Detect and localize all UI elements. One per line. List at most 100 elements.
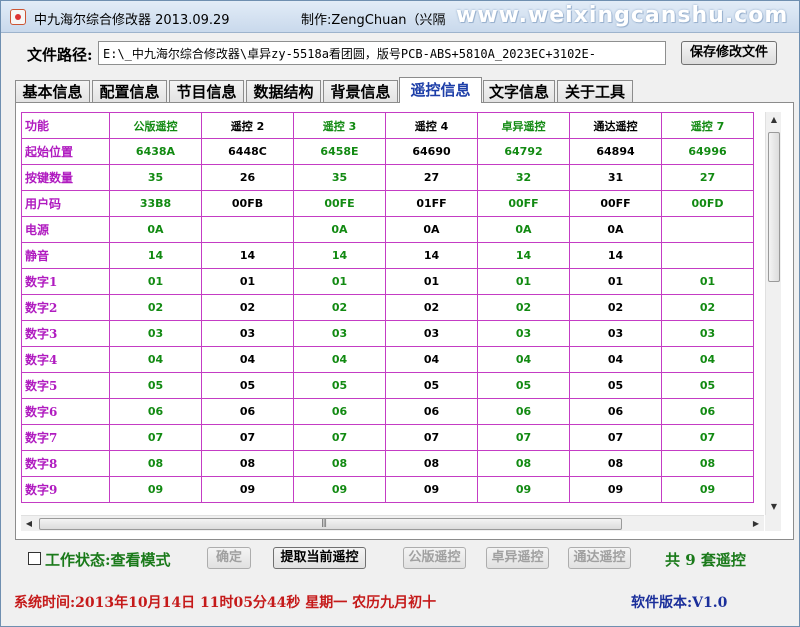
column-header-remote[interactable]: 遥控 3 [293, 112, 386, 139]
grid-cell[interactable]: 09 [385, 476, 478, 503]
grid-cell[interactable]: 02 [385, 294, 478, 321]
tab-remote-info[interactable]: 遥控信息 [399, 77, 482, 103]
grid-cell[interactable]: 64690 [385, 138, 478, 165]
grid-cell[interactable]: 07 [293, 424, 386, 451]
file-path-input[interactable]: E:\_中九海尔综合修改器\卓异zy-5518a看团圆，版号PCB-ABS+58… [98, 41, 666, 65]
grid-cell[interactable]: 0A [477, 216, 570, 243]
grid-cell[interactable]: 01FF [385, 190, 478, 217]
tab-program-info[interactable]: 节目信息 [169, 80, 244, 102]
grid-cell[interactable]: 08 [201, 450, 294, 477]
grid-cell[interactable]: 64792 [477, 138, 570, 165]
work-status-checkbox[interactable] [28, 552, 41, 565]
grid-cell[interactable]: 33B8 [109, 190, 202, 217]
grid-cell[interactable]: 03 [569, 320, 662, 347]
grid-cell[interactable]: 0A [385, 216, 478, 243]
save-modified-file-button[interactable]: 保存修改文件 [681, 41, 777, 65]
grid-cell[interactable]: 64894 [569, 138, 662, 165]
grid-cell[interactable] [201, 216, 294, 243]
horizontal-scroll-thumb[interactable] [39, 518, 622, 530]
tab-config-info[interactable]: 配置信息 [92, 80, 167, 102]
grid-cell[interactable]: 02 [569, 294, 662, 321]
column-header-remote[interactable]: 遥控 4 [385, 112, 478, 139]
grid-cell[interactable]: 07 [201, 424, 294, 451]
grid-cell[interactable]: 08 [293, 450, 386, 477]
grid-cell[interactable]: 02 [109, 294, 202, 321]
grid-cell[interactable]: 09 [109, 476, 202, 503]
grid-cell[interactable]: 05 [385, 372, 478, 399]
grid-cell[interactable]: 35 [109, 164, 202, 191]
grid-cell[interactable]: 01 [293, 268, 386, 295]
grid-cell[interactable]: 07 [661, 424, 754, 451]
zhuoyi-remote-button[interactable]: 卓异遥控 [486, 547, 549, 569]
grid-cell[interactable]: 06 [569, 398, 662, 425]
grid-cell[interactable]: 09 [293, 476, 386, 503]
grid-cell[interactable]: 04 [569, 346, 662, 373]
horizontal-scrollbar[interactable]: ◀ ||| ▶ [21, 515, 764, 531]
grid-cell[interactable]: 08 [477, 450, 570, 477]
grid-cell[interactable]: 02 [201, 294, 294, 321]
grid-cell[interactable]: 02 [661, 294, 754, 321]
grid-cell[interactable]: 05 [201, 372, 294, 399]
grid-cell[interactable]: 6458E [293, 138, 386, 165]
grid-cell[interactable]: 08 [385, 450, 478, 477]
tab-background-info[interactable]: 背景信息 [323, 80, 398, 102]
grid-cell[interactable]: 09 [201, 476, 294, 503]
scroll-down-arrow-icon[interactable]: ▼ [766, 499, 782, 515]
grid-cell[interactable]: 09 [661, 476, 754, 503]
grid-cell[interactable]: 0A [569, 216, 662, 243]
scroll-left-arrow-icon[interactable]: ◀ [21, 516, 37, 532]
grid-cell[interactable]: 06 [477, 398, 570, 425]
grid-cell[interactable]: 00FE [293, 190, 386, 217]
column-header-remote[interactable]: 卓异遥控 [477, 112, 570, 139]
grid-cell[interactable]: 01 [109, 268, 202, 295]
grid-cell[interactable]: 00FD [661, 190, 754, 217]
scroll-right-arrow-icon[interactable]: ▶ [748, 516, 764, 532]
column-header-remote[interactable]: 公版遥控 [109, 112, 202, 139]
grid-cell[interactable]: 0A [293, 216, 386, 243]
grid-cell[interactable]: 03 [385, 320, 478, 347]
grid-cell[interactable]: 0A [109, 216, 202, 243]
grid-cell[interactable]: 07 [569, 424, 662, 451]
grid-cell[interactable]: 08 [569, 450, 662, 477]
grid-cell[interactable]: 07 [477, 424, 570, 451]
grid-cell[interactable] [661, 242, 754, 269]
grid-cell[interactable]: 07 [109, 424, 202, 451]
grid-cell[interactable]: 00FF [569, 190, 662, 217]
grid-cell[interactable] [661, 216, 754, 243]
grid-cell[interactable]: 27 [385, 164, 478, 191]
grid-cell[interactable]: 32 [477, 164, 570, 191]
grid-cell[interactable]: 04 [661, 346, 754, 373]
grid-cell[interactable]: 27 [661, 164, 754, 191]
grid-cell[interactable]: 31 [569, 164, 662, 191]
grid-cell[interactable]: 03 [293, 320, 386, 347]
public-remote-button[interactable]: 公版遥控 [403, 547, 466, 569]
grid-cell[interactable]: 01 [477, 268, 570, 295]
grid-cell[interactable]: 08 [109, 450, 202, 477]
grid-cell[interactable]: 04 [385, 346, 478, 373]
grid-cell[interactable]: 05 [661, 372, 754, 399]
scroll-up-arrow-icon[interactable]: ▲ [766, 112, 782, 128]
vertical-scroll-thumb[interactable] [768, 132, 780, 282]
column-header-function[interactable]: 功能 [21, 112, 110, 139]
grid-cell[interactable]: 06 [109, 398, 202, 425]
grid-cell[interactable]: 06 [293, 398, 386, 425]
grid-cell[interactable]: 09 [477, 476, 570, 503]
grid-cell[interactable]: 06 [201, 398, 294, 425]
grid-cell[interactable]: 14 [477, 242, 570, 269]
vertical-scrollbar[interactable]: ▲ ▼ [765, 112, 781, 515]
grid-cell[interactable]: 06 [385, 398, 478, 425]
fetch-current-remote-button[interactable]: 提取当前遥控 [273, 547, 366, 569]
grid-cell[interactable]: 6448C [201, 138, 294, 165]
grid-cell[interactable]: 02 [293, 294, 386, 321]
column-header-remote[interactable]: 遥控 2 [201, 112, 294, 139]
grid-cell[interactable]: 03 [201, 320, 294, 347]
grid-cell[interactable]: 07 [385, 424, 478, 451]
tab-data-structure[interactable]: 数据结构 [246, 80, 321, 102]
tab-text-info[interactable]: 文字信息 [483, 80, 555, 102]
grid-cell[interactable]: 14 [109, 242, 202, 269]
grid-cell[interactable]: 64996 [661, 138, 754, 165]
tab-about-tool[interactable]: 关于工具 [557, 80, 633, 102]
grid-cell[interactable]: 00FB [201, 190, 294, 217]
grid-cell[interactable]: 05 [109, 372, 202, 399]
confirm-button[interactable]: 确定 [207, 547, 251, 569]
